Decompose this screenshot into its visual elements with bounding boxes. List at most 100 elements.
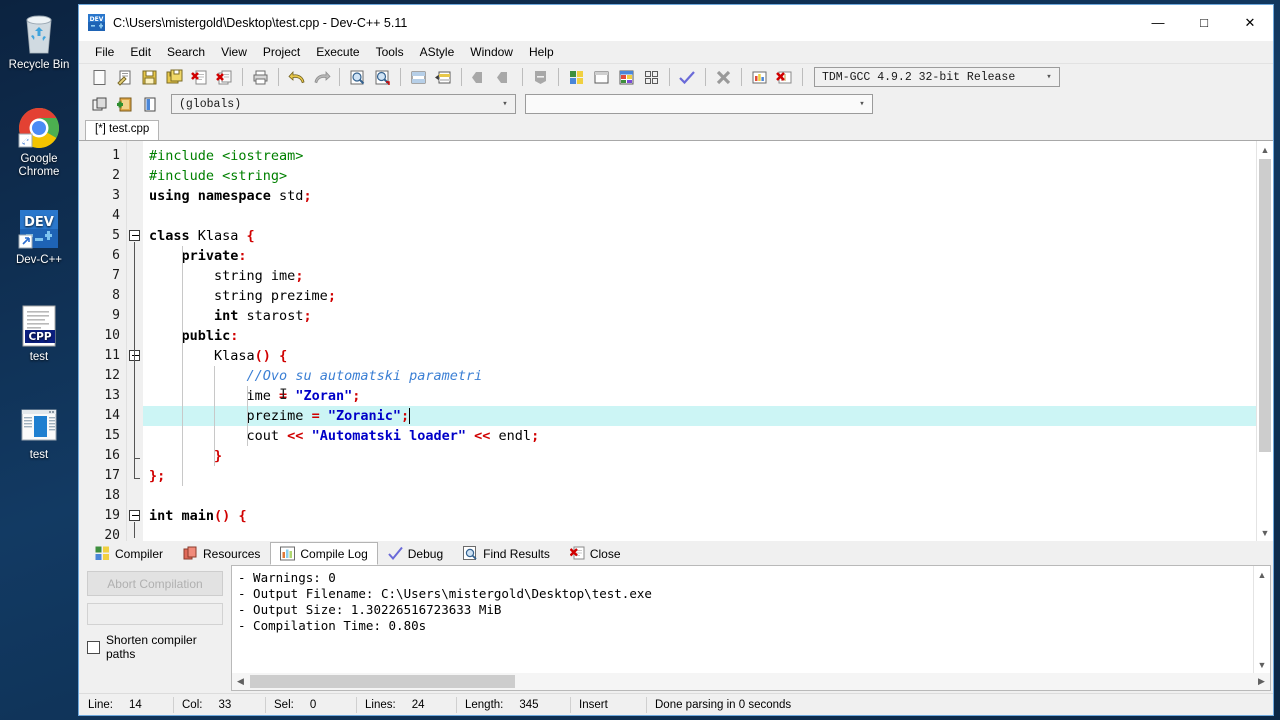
code-line[interactable]: public:	[143, 326, 1256, 346]
shorten-compiler-paths-row[interactable]: Shorten compiler paths	[87, 633, 223, 661]
scroll-up-icon[interactable]: ▲	[1257, 141, 1273, 158]
scroll-right-icon[interactable]: ▶	[1253, 676, 1270, 687]
panel-tab-close[interactable]: Close	[560, 542, 631, 565]
code-line[interactable]: private:	[143, 246, 1256, 266]
fold-column[interactable]	[127, 141, 143, 541]
close-all-icon[interactable]	[212, 66, 237, 89]
open-file-icon[interactable]	[112, 66, 137, 89]
minimize-button[interactable]: —	[1135, 5, 1181, 41]
panel-tab-compiler[interactable]: Compiler	[85, 542, 173, 565]
desktop-icon-google-chrome[interactable]: Google Chrome	[0, 102, 78, 179]
menu-execute[interactable]: Execute	[308, 43, 367, 61]
code-line[interactable]: prezime = "Zoranic";	[143, 406, 1256, 426]
code-line[interactable]: ime = "Zoran";	[143, 386, 1256, 406]
code-line[interactable]: string prezime;	[143, 286, 1256, 306]
menu-view[interactable]: View	[213, 43, 255, 61]
log-vertical-scrollbar[interactable]: ▲ ▼	[1253, 566, 1270, 673]
syntax-check-icon[interactable]	[675, 66, 700, 89]
code-line[interactable]: int main() {	[143, 506, 1256, 526]
code-line[interactable]: class Klasa {	[143, 226, 1256, 246]
fold-toggle-icon[interactable]	[129, 230, 140, 241]
undo-icon[interactable]	[284, 66, 309, 89]
scrollbar-thumb[interactable]	[250, 675, 515, 688]
code-line[interactable]: cout << "Automatski loader" << endl;	[143, 426, 1256, 446]
print-icon[interactable]	[248, 66, 273, 89]
run-icon[interactable]	[589, 66, 614, 89]
scope-value: (globals)	[179, 97, 242, 111]
redo-icon[interactable]	[309, 66, 334, 89]
panel-tab-resources[interactable]: Resources	[173, 542, 270, 565]
compile-icon[interactable]	[564, 66, 589, 89]
toggle-bookmark-icon[interactable]	[528, 66, 553, 89]
desktop-icon-dev-cpp[interactable]: DEV Dev-C++	[0, 203, 78, 267]
fold-end-marker	[134, 478, 140, 479]
menu-edit[interactable]: Edit	[122, 43, 159, 61]
profile-icon[interactable]	[747, 66, 772, 89]
menu-window[interactable]: Window	[462, 43, 521, 61]
log-horizontal-scrollbar[interactable]: ◀ ▶	[232, 673, 1270, 690]
scrollbar-thumb[interactable]	[1259, 159, 1271, 452]
scroll-down-icon[interactable]: ▼	[1254, 656, 1270, 673]
compiler-set-combo[interactable]: TDM-GCC 4.9.2 32-bit Release ▾	[814, 67, 1060, 87]
find-icon[interactable]	[345, 66, 370, 89]
shorten-compiler-paths-checkbox[interactable]	[87, 640, 100, 654]
add-to-project-icon[interactable]	[112, 93, 137, 116]
maximize-button[interactable]: □	[1181, 5, 1227, 41]
save-icon[interactable]	[137, 66, 162, 89]
compile-log-text[interactable]: - Warnings: 0- Output Filename: C:\Users…	[232, 566, 1253, 673]
class-browser-icon[interactable]	[137, 93, 162, 116]
rebuild-all-icon[interactable]	[639, 66, 664, 89]
menu-tools[interactable]: Tools	[368, 43, 412, 61]
panel-tab-debug[interactable]: Debug	[378, 542, 453, 565]
scope-combo[interactable]: (globals) ▾	[171, 94, 516, 114]
scroll-down-icon[interactable]: ▼	[1257, 524, 1273, 541]
replace-icon[interactable]	[431, 66, 456, 89]
goto-line-icon[interactable]	[406, 66, 431, 89]
code-line[interactable]: //Ovo su automatski parametri	[143, 366, 1256, 386]
abort-compilation-button[interactable]: Abort Compilation	[87, 571, 223, 596]
code-line[interactable]: int starost;	[143, 306, 1256, 326]
forward-icon[interactable]	[492, 66, 517, 89]
panel-tab-find-results[interactable]: Find Results	[453, 542, 560, 565]
compile-run-icon[interactable]	[614, 66, 639, 89]
save-all-icon[interactable]	[162, 66, 187, 89]
code-line[interactable]	[143, 526, 1256, 541]
code-line[interactable]: using namespace std;	[143, 186, 1256, 206]
menu-file[interactable]: File	[87, 43, 122, 61]
code-line[interactable]: };	[143, 466, 1256, 486]
member-combo[interactable]: ▾	[525, 94, 873, 114]
delete-profile-icon[interactable]	[772, 66, 797, 89]
menu-search[interactable]: Search	[159, 43, 213, 61]
fold-toggle-icon[interactable]	[129, 510, 140, 521]
code-text[interactable]: I #include <iostream> #include <string> us…	[143, 141, 1256, 541]
code-line[interactable]	[143, 486, 1256, 506]
panel-tab-compile-log[interactable]: Compile Log	[270, 542, 378, 565]
close-button[interactable]: ✕	[1227, 5, 1273, 41]
scroll-left-icon[interactable]: ◀	[232, 676, 249, 687]
find-next-icon[interactable]	[370, 66, 395, 89]
editor-vertical-scrollbar[interactable]: ▲ ▼	[1256, 141, 1273, 541]
desktop-icon-label: Recycle Bin	[8, 59, 70, 71]
code-line[interactable]: Klasa() {	[143, 346, 1256, 366]
code-line[interactable]: }	[143, 446, 1256, 466]
desktop-icon-test-cpp[interactable]: CPP test	[0, 300, 78, 364]
code-line[interactable]: #include <iostream>	[143, 146, 1256, 166]
scroll-up-icon[interactable]: ▲	[1254, 566, 1270, 583]
code-line[interactable]: #include <string>	[143, 166, 1256, 186]
desktop-icon-test-exe[interactable]: test	[0, 398, 78, 462]
menu-astyle[interactable]: AStyle	[412, 43, 463, 61]
back-icon[interactable]	[467, 66, 492, 89]
desktop-icon-recycle-bin[interactable]: Recycle Bin	[0, 8, 78, 72]
status-insert-mode[interactable]: Insert	[570, 694, 646, 716]
project-icon[interactable]	[87, 93, 112, 116]
menu-help[interactable]: Help	[521, 43, 562, 61]
menu-project[interactable]: Project	[255, 43, 308, 61]
remove-icon[interactable]	[711, 66, 736, 89]
new-file-icon[interactable]	[87, 66, 112, 89]
close-file-icon[interactable]	[187, 66, 212, 89]
code-line[interactable]: string ime;	[143, 266, 1256, 286]
panel-tab-label: Compiler	[115, 546, 164, 561]
code-editor[interactable]: 1 2 3 4 5 6 7 8 9 10 11 12 13 14 15 16 17 18 19 20 I #inclu…	[79, 141, 1256, 541]
code-line[interactable]	[143, 206, 1256, 226]
editor-tab-test-cpp[interactable]: [*] test.cpp	[85, 120, 160, 140]
